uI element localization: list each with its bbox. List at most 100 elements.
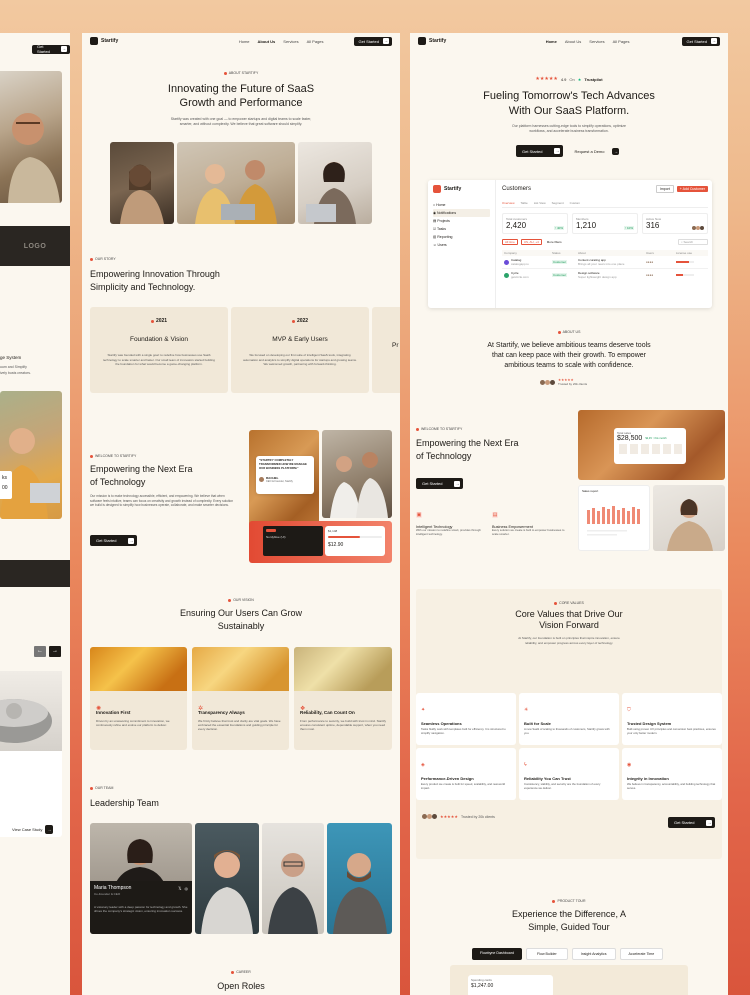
left-stat-1: ks bbox=[2, 475, 7, 481]
arrow-right-icon[interactable]: → bbox=[45, 825, 54, 834]
filter-all-time[interactable]: All time bbox=[502, 239, 518, 245]
dash-menu-users[interactable]: ☺ Users bbox=[433, 241, 490, 249]
tour-tag: PRODUCT TOUR bbox=[410, 899, 728, 903]
carousel-prev-button[interactable]: ← bbox=[34, 646, 46, 657]
dash-menu-home[interactable]: ⌂ Home bbox=[433, 201, 490, 209]
value-desc: Driven by an unwavering commitment to in… bbox=[96, 719, 170, 728]
dash-add-customer-button[interactable]: + Add Customer bbox=[676, 186, 708, 192]
value-title: Transparency Always bbox=[198, 710, 245, 715]
nav-about-us[interactable]: About Us bbox=[565, 39, 581, 44]
carousel-next-button[interactable]: → bbox=[49, 646, 61, 657]
mission-line-2: that can keep pace with their growth. To… bbox=[492, 352, 646, 359]
feature-desc: Every solution we create is built to emp… bbox=[492, 528, 565, 536]
tour-tab-flow-builder[interactable]: Flow Builder bbox=[525, 948, 568, 960]
core-get-started-button[interactable]: Get Started → bbox=[668, 817, 716, 828]
sales-wood-image: Total sales $28,500 $2,45 ↑ this month bbox=[578, 410, 725, 480]
team-title: Leadership Team bbox=[90, 798, 159, 808]
story-title-line-2: Simplicity and Technology. bbox=[90, 282, 196, 292]
left-woman-photo: ks 00 bbox=[0, 391, 62, 519]
right-nav-get-started-button[interactable]: Get Started → bbox=[681, 36, 720, 46]
welcome-get-started-button[interactable]: Get Started → bbox=[416, 478, 464, 489]
avatar-group bbox=[422, 814, 437, 819]
trust-small: Trusted by 20k clients bbox=[558, 382, 588, 386]
nav-all-pages[interactable]: All Pages bbox=[613, 39, 630, 44]
hero-title-line-2: With Our SaaS Platform. bbox=[508, 105, 630, 117]
x-social-icon[interactable]: 𝕏 bbox=[178, 886, 181, 891]
left-desc-2: ively busts creators. bbox=[0, 371, 31, 375]
welcome-title-line-2: of Technology bbox=[90, 477, 146, 487]
nav-services[interactable]: Services bbox=[589, 39, 604, 44]
nav-home[interactable]: Home bbox=[546, 39, 557, 44]
value-desc: From performance to security, we build w… bbox=[300, 719, 386, 732]
tour-tab-insight-analytics[interactable]: Insight Analytics bbox=[571, 948, 616, 960]
about-page-preview: Startify Home About Us Services All Page… bbox=[82, 33, 400, 995]
leader-photo-4 bbox=[327, 823, 392, 934]
star-burst-icon: ✳ bbox=[524, 707, 529, 713]
hero-photo-team-laptop bbox=[177, 142, 295, 224]
timeline-title: Pr bbox=[392, 342, 399, 349]
center-nav-get-started-button[interactable]: Get Started → bbox=[353, 36, 392, 46]
dash-menu-projects[interactable]: ▤ Projects bbox=[433, 217, 490, 225]
dash-tab-table[interactable]: Table bbox=[521, 201, 528, 205]
sparkle-icon: ✦ bbox=[421, 707, 426, 713]
left-stat-2: 00 bbox=[2, 485, 8, 491]
testimonial-role: CEO & Founder, Startify bbox=[266, 480, 293, 484]
dash-search-input[interactable]: ⌕ Search bbox=[677, 239, 708, 245]
nav-about-us[interactable]: About Us bbox=[258, 39, 276, 44]
col-about: About bbox=[578, 251, 586, 255]
view-case-study-link[interactable]: View Case Study bbox=[12, 827, 42, 832]
payment-card-block: Nordyblue (UI) $1,148 $12.90 bbox=[249, 521, 392, 563]
rating-stars: ★★★★★ bbox=[440, 814, 458, 819]
tour-label: Spending cards bbox=[471, 978, 492, 982]
arrow-right-icon: → bbox=[128, 537, 135, 544]
core-value-card: ◉ Integrity in Innovation We believe in … bbox=[622, 748, 722, 800]
company-logo-icon bbox=[504, 259, 509, 265]
col-users: Users bbox=[646, 251, 654, 255]
timeline-title: MVP & Early Users bbox=[272, 336, 328, 343]
woman-portrait-photo bbox=[653, 485, 725, 551]
sales-bar-chart bbox=[587, 506, 640, 536]
nav-home[interactable]: Home bbox=[239, 39, 250, 44]
person-illustration bbox=[0, 428, 60, 519]
filter-more[interactable]: More filters bbox=[545, 240, 564, 244]
tour-tab-dashboard[interactable]: Flowbyne Dashboard bbox=[472, 948, 522, 960]
leader-role: Co-Founder & CEO bbox=[94, 892, 121, 896]
value-card-reliability: ❖ Reliability, Can Count On From perform… bbox=[294, 647, 392, 750]
tour-title-line-1: Experience the Difference, A bbox=[512, 909, 626, 919]
dash-menu-reporting[interactable]: ▥ Reporting bbox=[433, 233, 490, 241]
nav-services[interactable]: Services bbox=[283, 39, 298, 44]
center-brand[interactable]: Startify bbox=[90, 37, 118, 45]
dashboard-mockup: Startify ⌂ Home ◉ Notifications ▤ Projec… bbox=[428, 180, 712, 308]
dash-tab-overview[interactable]: Overview bbox=[502, 201, 515, 205]
table-row[interactable]: Catalog catalogapp.io Customer Content cu… bbox=[502, 256, 708, 269]
welcome-tag: WELCOME TO STARTIFY bbox=[416, 427, 462, 431]
welcome-title-line-1: Empowering the Next Era bbox=[416, 438, 519, 448]
vision-title-line-2: Sustainably bbox=[217, 621, 265, 631]
hero-get-started-button[interactable]: Get Started → bbox=[516, 145, 564, 157]
dash-menu-tasks[interactable]: ☑ Tasks bbox=[433, 225, 490, 233]
welcome-title-line-1: Empowering the Next Era bbox=[90, 464, 193, 474]
rating-label: On bbox=[569, 76, 575, 82]
table-row[interactable]: Cycle getcircle.com Customer Design softw… bbox=[502, 269, 708, 281]
core-value-card: ✦ Seamless Operations Tasks fluidly work… bbox=[416, 693, 516, 745]
nav-all-pages[interactable]: All Pages bbox=[307, 39, 324, 44]
left-get-started-button[interactable]: Get Started → bbox=[32, 44, 70, 54]
tour-tab-accelerate-time[interactable]: Accelerate Time bbox=[619, 948, 664, 960]
instagram-icon[interactable]: ◎ bbox=[185, 886, 189, 891]
arrow-right-icon: → bbox=[61, 46, 67, 52]
request-demo-button[interactable]: Request a Demo → bbox=[568, 145, 622, 157]
hero-title-line-1: Fueling Tomorrow's Tech Advances bbox=[483, 90, 655, 102]
center-navbar: Startify Home About Us Services All Page… bbox=[82, 33, 400, 49]
sales-mini-chart bbox=[619, 444, 682, 454]
dash-import-button[interactable]: Import bbox=[655, 185, 674, 193]
right-brand[interactable]: Startify bbox=[418, 37, 446, 45]
timeline-year: 2022 bbox=[231, 318, 369, 324]
dash-tab-custom[interactable]: Custom bbox=[570, 201, 580, 205]
filter-region[interactable]: US, AU, +4 bbox=[520, 239, 542, 245]
dash-tab-segment[interactable]: Segment bbox=[552, 201, 564, 205]
timeline-desc: Startify was founded with a single goal:… bbox=[103, 353, 215, 366]
dash-tab-list-view[interactable]: List View bbox=[534, 201, 546, 205]
dash-menu-notifications[interactable]: ◉ Notifications bbox=[433, 209, 490, 217]
welcome-get-started-button[interactable]: Get Started → bbox=[90, 535, 138, 546]
tour-preview: Spending cards $1,247.00 bbox=[450, 965, 688, 995]
